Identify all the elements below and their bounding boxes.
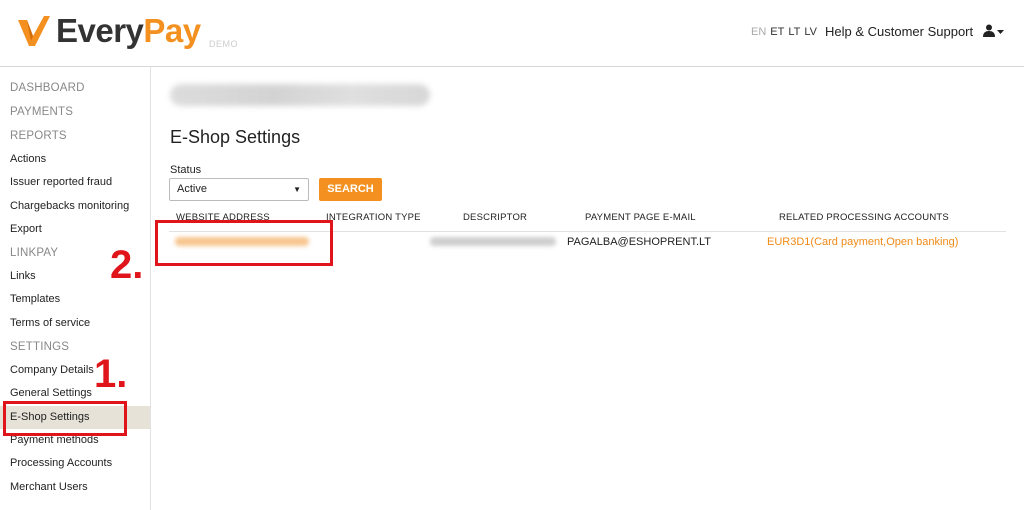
annotation-step-1: 1.: [94, 352, 128, 396]
logo-text-every: Every: [56, 12, 144, 49]
sidebar-section-reports: REPORTS: [10, 130, 67, 142]
sidebar: DASHBOARD PAYMENTS REPORTS Actions Issue…: [0, 67, 151, 510]
logo-text-pay: Pay: [143, 12, 201, 49]
lang-lv[interactable]: LV: [804, 26, 817, 38]
help-support-link[interactable]: Help & Customer Support: [825, 24, 973, 39]
annotation-highlight-website-address: [155, 220, 333, 266]
sidebar-item-actions[interactable]: Actions: [0, 148, 150, 171]
sidebar-item-issuer-reported-fraud[interactable]: Issuer reported fraud: [0, 171, 150, 194]
sidebar-item-chargebacks-monitoring[interactable]: Chargebacks monitoring: [0, 195, 150, 218]
language-switcher: EN ET LT LV: [751, 26, 817, 38]
status-filter-label: Status: [170, 164, 202, 176]
related-processing-account-link[interactable]: EUR3D1(Card payment,Open banking): [767, 236, 958, 248]
lang-et[interactable]: ET: [770, 26, 784, 38]
column-header-descriptor[interactable]: DESCRIPTOR: [463, 212, 527, 223]
page-title: E-Shop Settings: [170, 127, 301, 147]
user-menu-button[interactable]: [983, 24, 1004, 37]
blurred-merchant-name: [170, 84, 430, 106]
sidebar-item-export[interactable]: Export: [0, 218, 150, 241]
chevron-down-icon: ▼: [293, 185, 301, 194]
sidebar-item-merchant-users[interactable]: Merchant Users: [0, 476, 150, 499]
status-select[interactable]: Active ▼: [169, 178, 309, 201]
top-header: EveryPay DEMO EN ET LT LV Help & Custome…: [0, 0, 1024, 67]
demo-tag: DEMO: [209, 39, 238, 49]
sidebar-item-payments[interactable]: PAYMENTS: [0, 101, 150, 124]
sidebar-item-company-details[interactable]: Company Details: [0, 359, 150, 382]
status-select-value: Active: [177, 183, 207, 195]
lang-en[interactable]: EN: [751, 26, 766, 38]
annotation-step-2: 2.: [110, 243, 144, 287]
chevron-down-icon: [997, 29, 1004, 34]
everypay-logo-mark-icon: [18, 16, 50, 46]
sidebar-item-processing-accounts[interactable]: Processing Accounts: [0, 452, 150, 475]
column-header-related-processing-accounts[interactable]: RELATED PROCESSING ACCOUNTS: [779, 212, 949, 223]
column-header-integration-type[interactable]: INTEGRATION TYPE: [326, 212, 421, 223]
sidebar-item-templates[interactable]: Templates: [0, 288, 150, 311]
everypay-logo[interactable]: EveryPay: [18, 14, 201, 48]
search-button[interactable]: SEARCH: [319, 178, 382, 201]
sidebar-item-terms-of-service[interactable]: Terms of service: [0, 312, 150, 335]
column-header-payment-page-email[interactable]: PAYMENT PAGE E-MAIL: [585, 212, 696, 223]
sidebar-section-settings: SETTINGS: [10, 341, 70, 353]
annotation-highlight-eshop-settings: [3, 401, 127, 436]
blurred-descriptor: [430, 237, 556, 246]
table-cell-payment-page-email: PAGALBA@ESHOPRENT.LT: [567, 236, 712, 248]
lang-lt[interactable]: LT: [788, 26, 800, 38]
sidebar-item-dashboard[interactable]: DASHBOARD: [0, 77, 150, 100]
user-icon: [983, 24, 995, 37]
